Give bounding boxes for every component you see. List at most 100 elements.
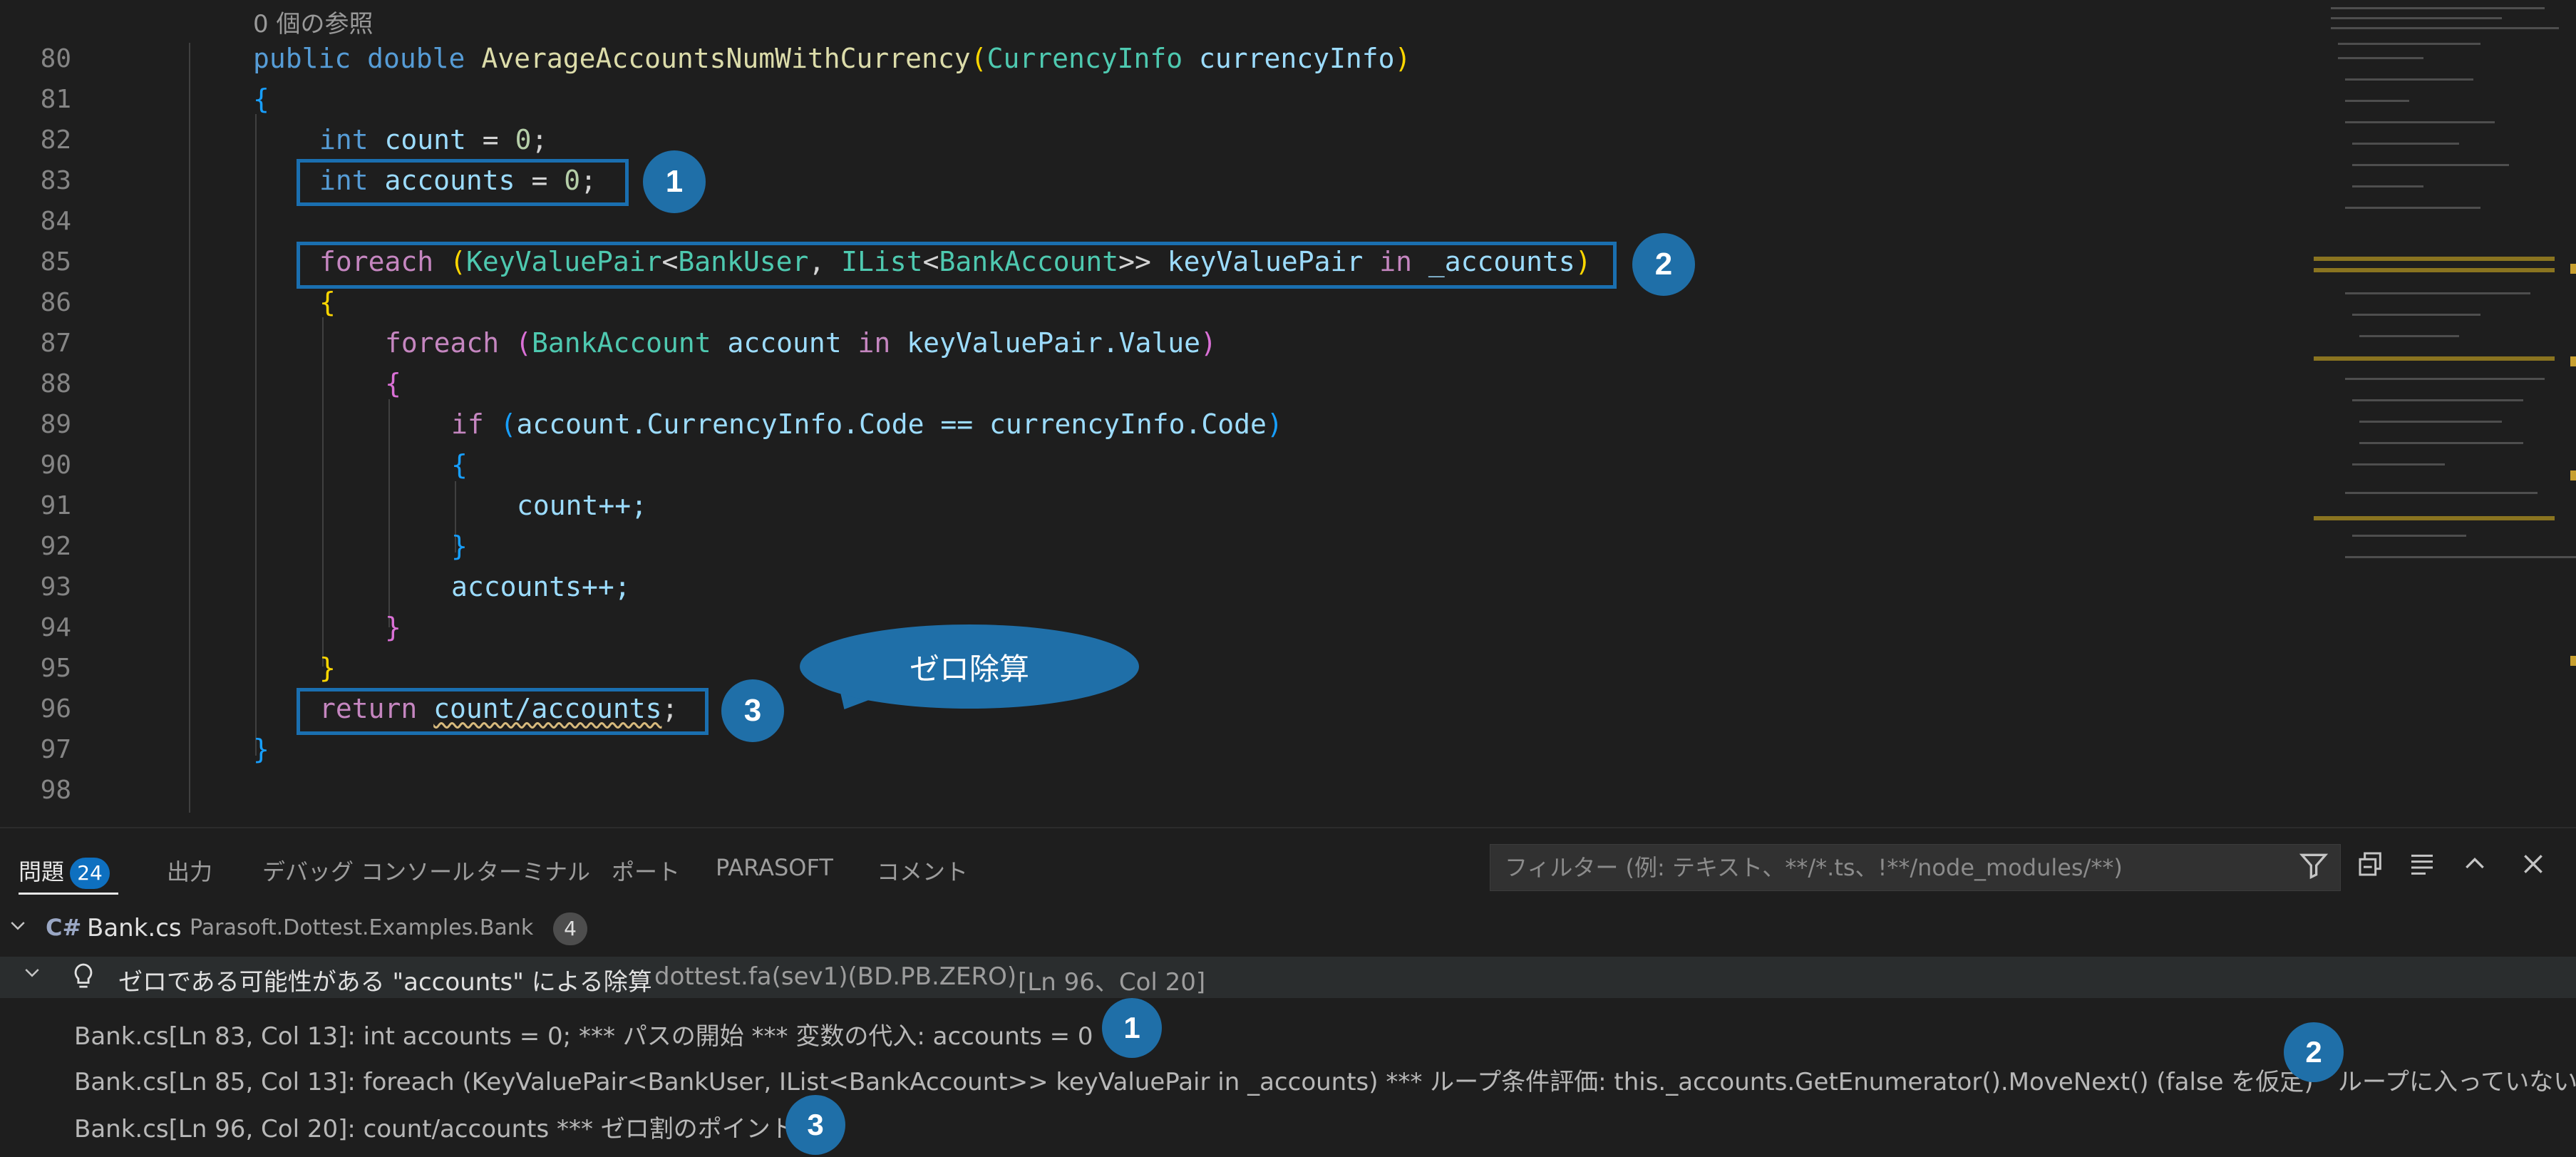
bottom-panel: 問題 24 出力 デバッグ コンソール ターミナル ポート PARASOFT コメ… <box>0 827 2576 1157</box>
minimap-line <box>2345 78 2473 81</box>
minimap-line <box>2331 27 2559 29</box>
line-number: 81 <box>40 85 71 114</box>
code-line-92[interactable]: } <box>451 530 468 562</box>
step-marker-2: 2 <box>1632 233 1695 296</box>
tab-terminal[interactable]: ターミナル <box>476 854 590 887</box>
csharp-file-icon: C# <box>46 914 82 941</box>
zero-division-callout: ゼロ除算 <box>800 624 1139 709</box>
minimap-warning-mark <box>2570 656 2576 666</box>
code-line-81[interactable]: { <box>253 83 269 115</box>
line-number: 80 <box>40 44 71 73</box>
code-line-87[interactable]: foreach (BankAccount account in keyValue… <box>385 327 1217 359</box>
minimap-line <box>2331 7 2545 9</box>
code-line-97[interactable]: } <box>253 734 269 765</box>
chevron-down-icon[interactable] <box>7 915 29 942</box>
minimap-highlight <box>2314 257 2555 261</box>
detail-marker-2: 2 <box>2284 1022 2344 1082</box>
line-number: 90 <box>40 451 71 480</box>
tab-comments[interactable]: コメント <box>877 854 968 887</box>
step-marker-3: 3 <box>721 679 784 742</box>
minimap-line <box>2352 143 2459 145</box>
line-number: 92 <box>40 532 71 561</box>
line-number: 87 <box>40 329 71 358</box>
line-number: 85 <box>40 247 71 277</box>
tab-problems[interactable]: 問題 24 <box>19 854 110 889</box>
minimap-warning-mark <box>2570 470 2576 480</box>
line-number: 97 <box>40 735 71 764</box>
code-line-90[interactable]: { <box>451 449 468 480</box>
detail-marker-1: 1 <box>1102 998 1162 1058</box>
line-number: 86 <box>40 288 71 317</box>
code-line-91[interactable]: count++; <box>517 490 647 521</box>
highlight-box-2 <box>297 242 1617 289</box>
minimap-line <box>2352 535 2466 537</box>
line-number: 94 <box>40 613 71 642</box>
code-line-94[interactable]: } <box>385 612 401 643</box>
problems-file-row[interactable]: C# Bank.cs Parasoft.Dottest.Examples.Ban… <box>0 910 2576 950</box>
minimap-line <box>2345 492 2538 494</box>
minimap-line <box>2345 121 2495 123</box>
line-number: 83 <box>40 166 71 195</box>
detail-row-1[interactable]: Bank.cs[Ln 83, Col 13]: int accounts = 0… <box>74 1017 1093 1051</box>
minimap-line <box>2352 463 2445 466</box>
indent-guide <box>388 399 390 627</box>
minimap-line <box>2345 207 2480 209</box>
maximize-panel-icon[interactable] <box>2456 850 2493 887</box>
tab-ports[interactable]: ポート <box>612 854 680 887</box>
code-line-86[interactable]: { <box>319 287 336 318</box>
detail-marker-3: 3 <box>785 1095 845 1155</box>
minimap-line <box>2352 164 2509 166</box>
minimap-line <box>2359 442 2523 444</box>
detail-row-3[interactable]: Bank.cs[Ln 96, Col 20]: count/accounts *… <box>74 1109 795 1144</box>
problem-location: [Ln 96、Col 20] <box>1018 968 1206 997</box>
line-number: 82 <box>40 125 71 155</box>
minimap-line <box>2352 185 2423 187</box>
line-number: 89 <box>40 410 71 439</box>
detail-row-2[interactable]: Bank.cs[Ln 85, Col 13]: foreach (KeyValu… <box>74 1062 2314 1097</box>
view-as-list-icon[interactable] <box>2404 850 2441 887</box>
tab-output[interactable]: 出力 <box>167 854 212 887</box>
minimap-line <box>2352 399 2523 401</box>
minimap-line <box>2352 314 2480 316</box>
detail-row-2-suffix: ループに入っていない <box>2338 1068 2576 1096</box>
minimap-warning-mark <box>2570 264 2576 274</box>
code-line-82[interactable]: int count = 0; <box>319 124 547 155</box>
highlight-box-3 <box>297 688 709 735</box>
minimap-line <box>2345 378 2545 380</box>
code-line-95[interactable]: } <box>319 652 336 684</box>
line-number: 95 <box>40 654 71 683</box>
code-editor[interactable]: 0 個の参照 80 81 82 83 84 85 86 87 88 89 90 … <box>0 0 2576 827</box>
problem-source: dottest.fa(sev1)(BD.PB.ZERO) <box>654 962 1017 991</box>
indent-guide <box>189 43 190 813</box>
minimap-highlight <box>2314 356 2555 361</box>
file-problem-count: 4 <box>553 912 587 945</box>
minimap[interactable] <box>2302 0 2576 827</box>
collapse-all-icon[interactable] <box>2352 850 2389 887</box>
minimap-line <box>2359 335 2459 337</box>
step-marker-1: 1 <box>643 150 706 213</box>
file-name: Bank.cs <box>87 914 182 942</box>
code-line-88[interactable]: { <box>385 368 401 399</box>
problems-filter-input[interactable] <box>1490 844 2341 891</box>
codelens-references[interactable]: 0 個の参照 <box>253 4 373 39</box>
indent-guide <box>255 114 257 756</box>
minimap-line <box>2331 17 2502 19</box>
minimap-line <box>2345 292 2530 294</box>
filter-icon[interactable] <box>2295 850 2332 887</box>
lightbulb-icon <box>71 962 96 997</box>
minimap-line <box>2345 556 2576 558</box>
problem-row[interactable]: ゼロである可能性がある "accounts" による除算 dottest.fa(… <box>0 957 2576 998</box>
minimap-highlight <box>2314 268 2555 272</box>
minimap-highlight <box>2314 516 2555 520</box>
tab-debug-console[interactable]: デバッグ コンソール <box>262 854 475 887</box>
code-line-89[interactable]: if (account.CurrencyInfo.Code == currenc… <box>451 408 1283 440</box>
code-line-80[interactable]: public double AverageAccountsNumWithCurr… <box>253 43 1411 74</box>
minimap-warning-mark <box>2570 356 2576 366</box>
line-number: 96 <box>40 694 71 724</box>
chevron-down-icon[interactable] <box>21 962 43 989</box>
close-panel-icon[interactable] <box>2515 850 2552 887</box>
tab-parasoft[interactable]: PARASOFT <box>716 854 833 881</box>
minimap-line <box>2359 421 2502 423</box>
line-number: 93 <box>40 572 71 602</box>
code-line-93[interactable]: accounts++; <box>451 571 631 602</box>
